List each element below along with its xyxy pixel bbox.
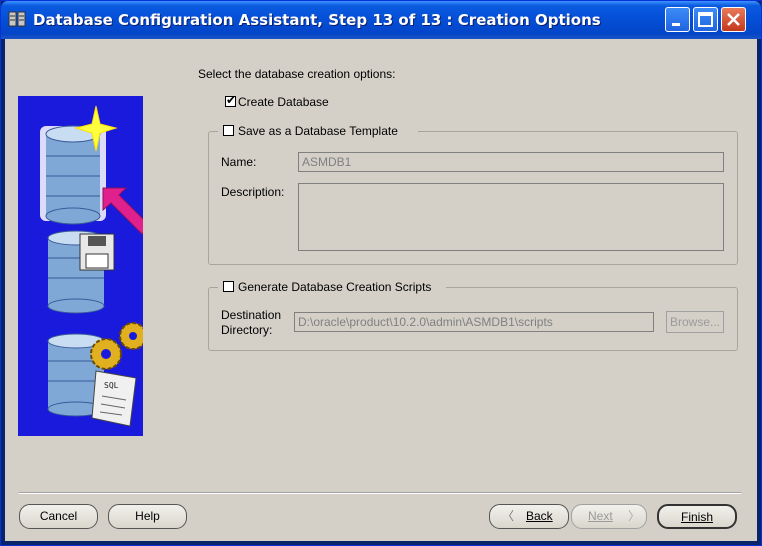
scripts-legend: Generate Database Creation Scripts	[218, 280, 446, 294]
title-bar[interactable]: Database Configuration Assistant, Step 1…	[1, 1, 761, 39]
chevron-right-icon: 〉	[628, 509, 641, 523]
maximize-icon	[698, 12, 713, 27]
description-label: Description:	[221, 185, 285, 199]
help-button[interactable]: Help	[108, 504, 187, 529]
browse-button[interactable]: Browse...	[666, 311, 724, 333]
wizard-illustration: SQL	[18, 96, 143, 436]
dialog-body: SQL Select the database creation options…	[5, 39, 757, 541]
destination-directory-input[interactable]: D:\oracle\product\10.2.0\admin\ASMDB1\sc…	[294, 312, 654, 332]
close-button[interactable]	[721, 7, 746, 32]
back-button[interactable]: 〈 Back	[489, 504, 569, 529]
template-description-input[interactable]	[298, 183, 724, 251]
save-template-label: Save as a Database Template	[238, 124, 398, 138]
cancel-button[interactable]: Cancel	[19, 504, 98, 529]
checkmark-icon: ✔	[226, 93, 237, 107]
chevron-left-icon: 〈	[502, 509, 515, 523]
window-title: Database Configuration Assistant, Step 1…	[33, 11, 601, 29]
next-button-label: Next	[588, 509, 613, 523]
create-database-label: Create Database	[238, 95, 329, 109]
create-database-checkbox[interactable]: ✔	[225, 93, 237, 107]
destination-label-line2: Directory:	[221, 323, 273, 337]
save-template-checkbox[interactable]	[223, 125, 234, 136]
minimize-icon	[672, 23, 680, 26]
maximize-button[interactable]	[693, 7, 718, 32]
name-label: Name:	[221, 155, 257, 169]
destination-label-line1: Destination	[221, 308, 282, 322]
footer-separator-highlight	[19, 493, 741, 494]
template-name-input[interactable]: ASMDB1	[298, 152, 724, 172]
database-illustration-icon: SQL	[18, 96, 143, 436]
minimize-button[interactable]	[665, 7, 690, 32]
dbca-window: Database Configuration Assistant, Step 1…	[0, 0, 762, 546]
close-icon	[727, 13, 740, 26]
finish-button[interactable]: Finish	[657, 504, 737, 529]
finish-button-label: Finish	[680, 510, 713, 524]
template-legend: Save as a Database Template	[218, 124, 418, 138]
back-button-label: Back	[526, 509, 553, 523]
next-button[interactable]: Next 〉	[571, 504, 647, 529]
generate-scripts-label: Generate Database Creation Scripts	[238, 280, 432, 294]
instruction-text: Select the database creation options:	[198, 67, 396, 81]
sql-tag: SQL	[104, 381, 119, 390]
generate-scripts-checkbox[interactable]	[223, 281, 234, 292]
app-icon	[8, 11, 26, 27]
